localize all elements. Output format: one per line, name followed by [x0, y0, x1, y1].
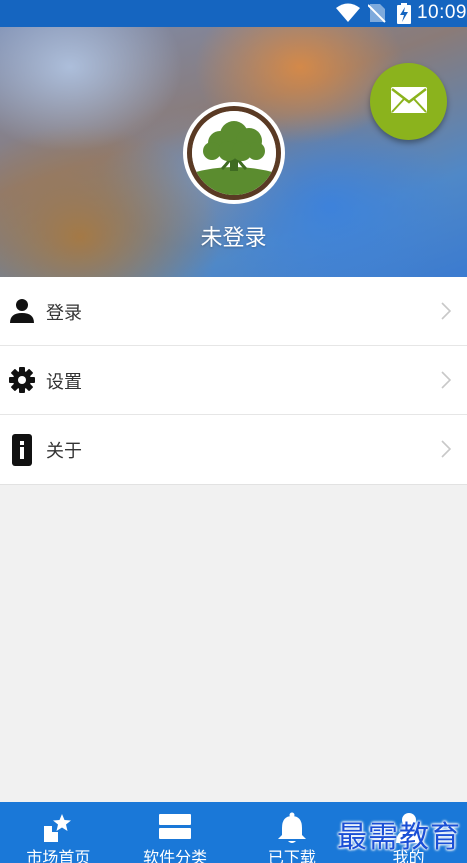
nav-label: 已下载	[267, 848, 316, 863]
menu-item-settings[interactable]: 设置	[0, 346, 467, 415]
mail-icon	[390, 86, 427, 117]
menu-item-login[interactable]: 登录	[0, 277, 467, 346]
menu-item-label: 设置	[46, 372, 82, 393]
nav-item-mine[interactable]: 我的	[350, 802, 467, 863]
status-time: 10:09	[416, 2, 467, 23]
person-icon	[9, 298, 35, 324]
status-bar: 10:09	[0, 0, 467, 27]
menu-item-label: 登录	[46, 303, 82, 324]
mail-button[interactable]	[370, 63, 447, 140]
bell-icon	[277, 812, 307, 848]
avatar[interactable]	[183, 102, 285, 204]
wifi-icon	[336, 3, 360, 27]
chevron-right-icon	[441, 302, 452, 324]
bottom-nav: 市场首页 软件分类 已下载 我的	[0, 802, 467, 863]
profile-name: 未登录	[200, 226, 267, 251]
person-icon	[394, 812, 424, 848]
star-box-icon	[42, 812, 74, 848]
nav-item-market-home[interactable]: 市场首页	[0, 802, 117, 863]
info-icon	[9, 434, 35, 466]
battery-charging-icon	[397, 3, 411, 28]
menu-item-about[interactable]: 关于	[0, 415, 467, 484]
nav-label: 软件分类	[143, 848, 208, 863]
nav-item-categories[interactable]: 软件分类	[117, 802, 234, 863]
nav-item-downloaded[interactable]: 已下载	[234, 802, 351, 863]
no-sim-icon	[367, 3, 386, 27]
gear-icon	[9, 367, 35, 393]
nav-label: 市场首页	[26, 848, 91, 863]
category-icon	[159, 812, 192, 846]
menu-list: 登录 设置 关于	[0, 277, 467, 485]
nav-label: 我的	[392, 848, 425, 863]
chevron-right-icon	[441, 371, 452, 393]
chevron-right-icon	[441, 440, 452, 462]
tree-icon	[192, 111, 276, 195]
menu-item-label: 关于	[46, 441, 82, 462]
